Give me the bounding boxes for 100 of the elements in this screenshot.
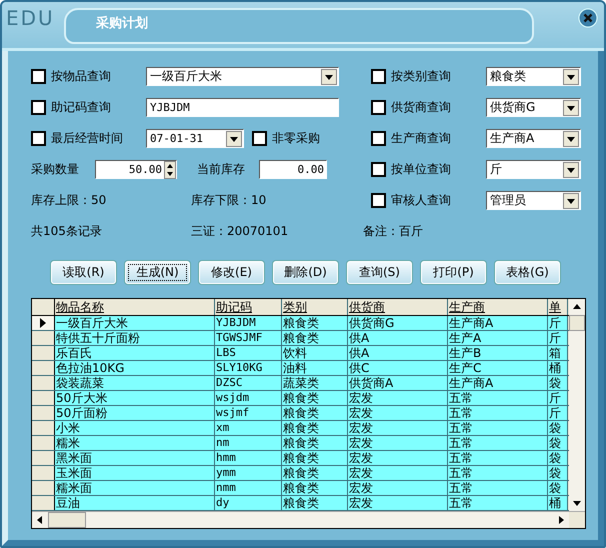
stock-min-text: 库存下限：10 xyxy=(191,192,266,209)
table-cell: 供货商G xyxy=(348,316,448,330)
window-title: 采购计划 xyxy=(96,14,148,32)
table-cell: 斤 xyxy=(548,391,568,405)
spin-arrows-icon[interactable] xyxy=(164,160,176,178)
table-cell: 粮食类 xyxy=(282,391,348,405)
mnemonic-field[interactable]: YJBJDM xyxy=(146,98,339,117)
table-cell: 斤 xyxy=(548,316,568,330)
toolbar-button[interactable]: 生成(N) xyxy=(125,261,190,284)
table-cell: TGWSJMF xyxy=(215,331,282,345)
table-cell: 乐百氏 xyxy=(55,346,215,360)
table-cell: 供货商A xyxy=(348,376,448,390)
table-cell: nmm xyxy=(215,481,282,495)
checkbox[interactable] xyxy=(371,69,386,84)
checkbox[interactable] xyxy=(31,131,46,146)
table-cell: 50斤大米 xyxy=(55,391,215,405)
toolbar-button[interactable]: 修改(E) xyxy=(199,261,264,284)
table-cell: 袋 xyxy=(548,436,568,450)
table-cell: 色拉油10KG xyxy=(55,361,215,375)
row-header[interactable] xyxy=(32,316,55,330)
table-cell: 宏发 xyxy=(348,496,448,510)
field-label: 助记码查询 xyxy=(51,99,112,116)
field-label: 按类别查询 xyxy=(391,68,452,85)
table-cell: 桶 xyxy=(548,496,568,510)
table-cell: 供C xyxy=(348,361,448,375)
table-cell: 袋 xyxy=(548,376,568,390)
table-cell: 袋 xyxy=(548,421,568,435)
column-header[interactable]: 生产商 xyxy=(448,299,548,315)
date-picker[interactable]: 07-01-31 xyxy=(146,129,244,148)
table-cell: SLY10KG xyxy=(215,361,282,375)
table-cell: 供A xyxy=(348,331,448,345)
table-cell: 五常 xyxy=(448,481,548,495)
checkbox[interactable] xyxy=(371,100,386,115)
table-cell: hmm xyxy=(215,451,282,465)
scroll-thumb[interactable] xyxy=(48,512,86,528)
table-cell: 生产B xyxy=(448,346,548,360)
checkbox[interactable] xyxy=(371,193,386,208)
table-cell: 豆油 xyxy=(55,496,215,510)
field-label: 按单位查询 xyxy=(391,161,452,178)
column-header[interactable]: 类别 xyxy=(282,299,348,315)
toolbar-button[interactable]: 查询(S) xyxy=(347,261,412,284)
toolbar-button[interactable]: 表格(G) xyxy=(495,261,560,284)
scroll-thumb[interactable] xyxy=(569,315,585,331)
table-cell: 五常 xyxy=(448,421,548,435)
record-count-text: 共105条记录 xyxy=(31,223,103,240)
filter-dropdown[interactable]: 生产商A xyxy=(486,129,581,148)
checkbox[interactable] xyxy=(252,131,267,146)
table-cell: wsjmf xyxy=(215,406,282,420)
table-cell: 宏发 xyxy=(348,406,448,420)
table-cell: 糯米面 xyxy=(55,481,215,495)
checkbox[interactable] xyxy=(371,162,386,177)
table-cell: 糯米 xyxy=(55,436,215,450)
toolbar-button[interactable]: 删除(D) xyxy=(273,261,338,284)
toolbar-button[interactable]: 打印(P) xyxy=(421,261,486,284)
table-cell: 五常 xyxy=(448,436,548,450)
checkbox[interactable] xyxy=(31,100,46,115)
table-cell: 宏发 xyxy=(348,451,448,465)
table-cell: 五常 xyxy=(448,406,548,420)
column-header[interactable]: 助记码 xyxy=(215,299,282,315)
filter-dropdown[interactable]: 粮食类 xyxy=(486,67,581,86)
table-cell: ymm xyxy=(215,466,282,480)
column-header[interactable]: 单 xyxy=(548,299,568,315)
vertical-scrollbar[interactable] xyxy=(569,299,585,511)
table-cell: 粮食类 xyxy=(282,421,348,435)
table-cell: 粮食类 xyxy=(282,496,348,510)
current-row-icon xyxy=(40,318,46,328)
quantity-spinner[interactable]: 50.00 xyxy=(95,160,177,179)
horizontal-scrollbar[interactable] xyxy=(32,511,585,528)
filter-dropdown[interactable]: 供货商G xyxy=(486,98,581,117)
table-cell: 粮食类 xyxy=(282,436,348,450)
table-cell: 袋 xyxy=(548,481,568,495)
checkbox[interactable] xyxy=(31,69,46,84)
table-cell: 油料 xyxy=(282,361,348,375)
table-cell: 五常 xyxy=(448,451,548,465)
field-label: 最后经营时间 xyxy=(51,130,124,147)
table-cell: wsjdm xyxy=(215,391,282,405)
certificate-text: 三证：20070101 xyxy=(191,223,288,240)
field-label: 供货商查询 xyxy=(391,99,452,116)
table-cell: 箱 xyxy=(548,346,568,360)
item-dropdown[interactable]: 一级百斤大米 xyxy=(146,67,339,86)
table-cell: 粮食类 xyxy=(282,406,348,420)
close-icon[interactable] xyxy=(578,8,598,28)
column-header[interactable]: 物品名称 xyxy=(55,299,215,315)
table-cell: 50斤面粉 xyxy=(55,406,215,420)
table-cell: 袋 xyxy=(548,451,568,465)
table-cell: 粮食类 xyxy=(282,331,348,345)
field-label: 审核人查询 xyxy=(391,192,452,209)
filter-dropdown[interactable]: 斤 xyxy=(486,160,581,179)
table-cell: 五常 xyxy=(448,391,548,405)
table-cell: nm xyxy=(215,436,282,450)
table-cell: 生产商A xyxy=(448,316,548,330)
filter-dropdown[interactable]: 管理员 xyxy=(486,191,581,210)
column-header[interactable]: 供货商 xyxy=(348,299,448,315)
stock-field[interactable]: 0.00 xyxy=(259,160,327,179)
table-cell: 五常 xyxy=(448,496,548,510)
table-cell: 生产商A xyxy=(448,376,548,390)
checkbox[interactable] xyxy=(371,131,386,146)
table-cell: 宏发 xyxy=(348,436,448,450)
table-cell: dy xyxy=(215,496,282,510)
toolbar-button[interactable]: 读取(R) xyxy=(51,261,116,284)
